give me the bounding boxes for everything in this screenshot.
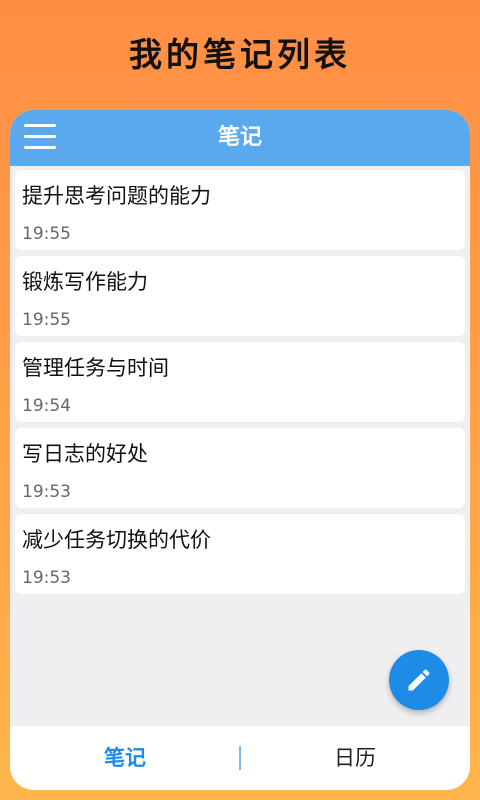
note-item[interactable]: 提升思考问题的能力 19:55 [15, 170, 465, 250]
hamburger-menu-icon[interactable] [24, 124, 58, 152]
promo-title: 我的笔记列表 [129, 35, 351, 74]
bottom-tab-bar: 笔记 日历 [10, 726, 470, 790]
note-item[interactable]: 锻炼写作能力 19:55 [15, 256, 465, 336]
note-title: 锻炼写作能力 [22, 270, 148, 294]
phone-screen: 笔记 提升思考问题的能力 19:55 锻炼写作能力 19:55 管理任务与时间 … [10, 110, 470, 790]
tab-notes[interactable]: 笔记 [10, 726, 240, 790]
note-item[interactable]: 减少任务切换的代价 19:53 [15, 514, 465, 594]
note-item[interactable]: 写日志的好处 19:53 [15, 428, 465, 508]
note-time: 19:55 [22, 224, 71, 244]
note-title: 提升思考问题的能力 [22, 184, 211, 208]
note-time: 19:53 [22, 568, 71, 588]
note-title: 减少任务切换的代价 [22, 528, 211, 552]
note-title: 管理任务与时间 [22, 356, 169, 380]
note-time: 19:53 [22, 482, 71, 502]
note-time: 19:54 [22, 396, 71, 416]
pencil-icon [408, 669, 430, 691]
note-time: 19:55 [22, 310, 71, 330]
note-title: 写日志的好处 [22, 442, 148, 466]
note-item[interactable]: 管理任务与时间 19:54 [15, 342, 465, 422]
tab-calendar[interactable]: 日历 [240, 726, 470, 790]
app-bar: 笔记 [10, 110, 470, 166]
new-note-button[interactable] [389, 650, 449, 710]
app-bar-title: 笔记 [217, 125, 262, 150]
